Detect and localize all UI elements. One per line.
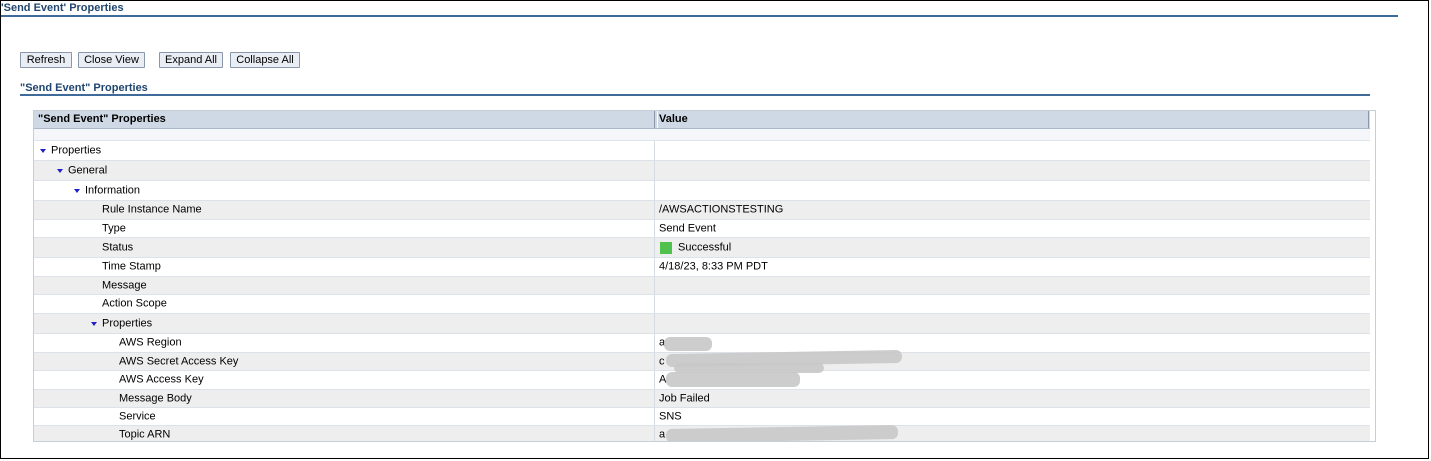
refresh-button[interactable]: Refresh <box>20 52 72 68</box>
value-cell <box>654 141 1369 160</box>
value-cell: Successful <box>654 238 1369 257</box>
expanded-arrow-icon[interactable] <box>74 188 80 193</box>
value-cell <box>654 161 1369 180</box>
property-cell: AWS Access Key <box>34 371 654 389</box>
row-value: SNS <box>659 410 682 422</box>
expand-all-button[interactable]: Expand All <box>159 52 223 68</box>
row-value: 4/18/23, 8:33 PM PDT <box>659 260 768 273</box>
page-title: 'Send Event' Properties <box>1 2 124 14</box>
row-label: Topic ARN <box>119 428 171 440</box>
properties-table: "Send Event" Properties Value Properties… <box>33 110 1376 442</box>
properties-window: 'Send Event' Properties Refresh Close Vi… <box>0 0 1429 459</box>
title-divider <box>1 15 1398 17</box>
expanded-arrow-icon[interactable] <box>91 321 97 326</box>
table-row-time-stamp[interactable]: Time Stamp 4/18/23, 8:33 PM PDT <box>34 258 1370 277</box>
redaction-mark <box>664 337 712 351</box>
row-label: AWS Access Key <box>119 373 204 386</box>
table-row-rule-instance-name[interactable]: Rule Instance Name /AWSACTIONSTESTING <box>34 201 1370 220</box>
property-cell: Topic ARN <box>34 426 654 441</box>
tree-row-properties[interactable]: Properties <box>34 141 1370 161</box>
redaction-mark <box>665 424 899 441</box>
table-row-service[interactable]: Service SNS <box>34 408 1370 426</box>
value-cell: 4/18/23, 8:33 PM PDT <box>654 258 1369 276</box>
tree-row-information[interactable]: Information <box>34 181 1370 201</box>
table-row-type[interactable]: Type Send Event <box>34 220 1370 238</box>
column-resize-handle[interactable] <box>654 111 658 128</box>
row-label: Status <box>102 241 134 253</box>
row-value: /AWSACTIONSTESTING <box>659 203 784 216</box>
row-value: Send Event <box>659 222 716 234</box>
property-cell: Service <box>34 408 654 425</box>
property-cell: Status <box>34 238 654 257</box>
property-cell: General <box>34 161 654 180</box>
row-label: Properties <box>51 144 102 156</box>
row-label: Information <box>85 184 141 196</box>
property-cell: Time Stamp <box>34 258 654 276</box>
row-label: Service <box>119 410 156 422</box>
property-cell: Properties <box>34 141 654 160</box>
value-cell: SNS <box>654 408 1369 425</box>
tree-row-general[interactable]: General <box>34 161 1370 181</box>
value-cell <box>654 181 1369 200</box>
row-label: General <box>68 164 108 176</box>
property-cell: AWS Secret Access Key <box>34 353 654 370</box>
row-label: Action Scope <box>102 297 167 310</box>
row-label: AWS Secret Access Key <box>119 355 239 367</box>
property-cell: Action Scope <box>34 295 654 313</box>
row-label: Message <box>102 279 147 291</box>
table-row-status[interactable]: Status Successful <box>34 238 1370 258</box>
table-row-message[interactable]: Message <box>34 277 1370 295</box>
value-cell <box>654 314 1369 333</box>
property-cell: AWS Region <box>34 334 654 352</box>
tree-row-nested-properties[interactable]: Properties <box>34 314 1370 334</box>
row-value: c <box>659 355 665 367</box>
expanded-arrow-icon[interactable] <box>40 148 46 153</box>
status-success-icon <box>660 241 672 254</box>
row-label: Rule Instance Name <box>102 203 202 216</box>
table-header-spacer <box>34 129 1370 141</box>
table-row-action-scope[interactable]: Action Scope <box>34 295 1370 314</box>
property-cell: Message <box>34 277 654 294</box>
row-label: AWS Region <box>119 336 182 349</box>
row-label: Message Body <box>119 392 192 404</box>
close-view-button[interactable]: Close View <box>78 52 145 68</box>
row-label: Properties <box>102 317 153 329</box>
row-value: a <box>659 428 666 440</box>
section-title: "Send Event" Properties <box>20 82 148 94</box>
value-cell: a <box>654 334 1369 352</box>
collapse-all-button[interactable]: Collapse All <box>230 52 300 68</box>
table-header: "Send Event" Properties Value <box>34 111 1372 129</box>
property-cell: Type <box>34 220 654 237</box>
property-cell: Information <box>34 181 654 200</box>
status-text: Successful <box>678 241 732 253</box>
value-cell: Job Failed <box>654 390 1369 407</box>
table-row-message-body[interactable]: Message Body Job Failed <box>34 390 1370 408</box>
expanded-arrow-icon[interactable] <box>57 168 63 173</box>
value-cell: Send Event <box>654 220 1369 237</box>
section-divider <box>20 94 1370 96</box>
property-cell: Properties <box>34 314 654 333</box>
table-scrollbar[interactable] <box>1370 111 1375 441</box>
value-cell <box>654 295 1369 313</box>
property-cell: Rule Instance Name <box>34 201 654 219</box>
row-label: Type <box>102 222 126 234</box>
row-value: Job Failed <box>659 392 710 404</box>
column-header-value[interactable]: Value <box>659 111 1359 128</box>
redaction-mark <box>666 372 800 387</box>
property-cell: Message Body <box>34 390 654 407</box>
column-header-properties[interactable]: "Send Event" Properties <box>38 111 652 128</box>
value-cell <box>654 277 1369 294</box>
row-label: Time Stamp <box>102 260 161 273</box>
value-cell: /AWSACTIONSTESTING <box>654 201 1369 219</box>
